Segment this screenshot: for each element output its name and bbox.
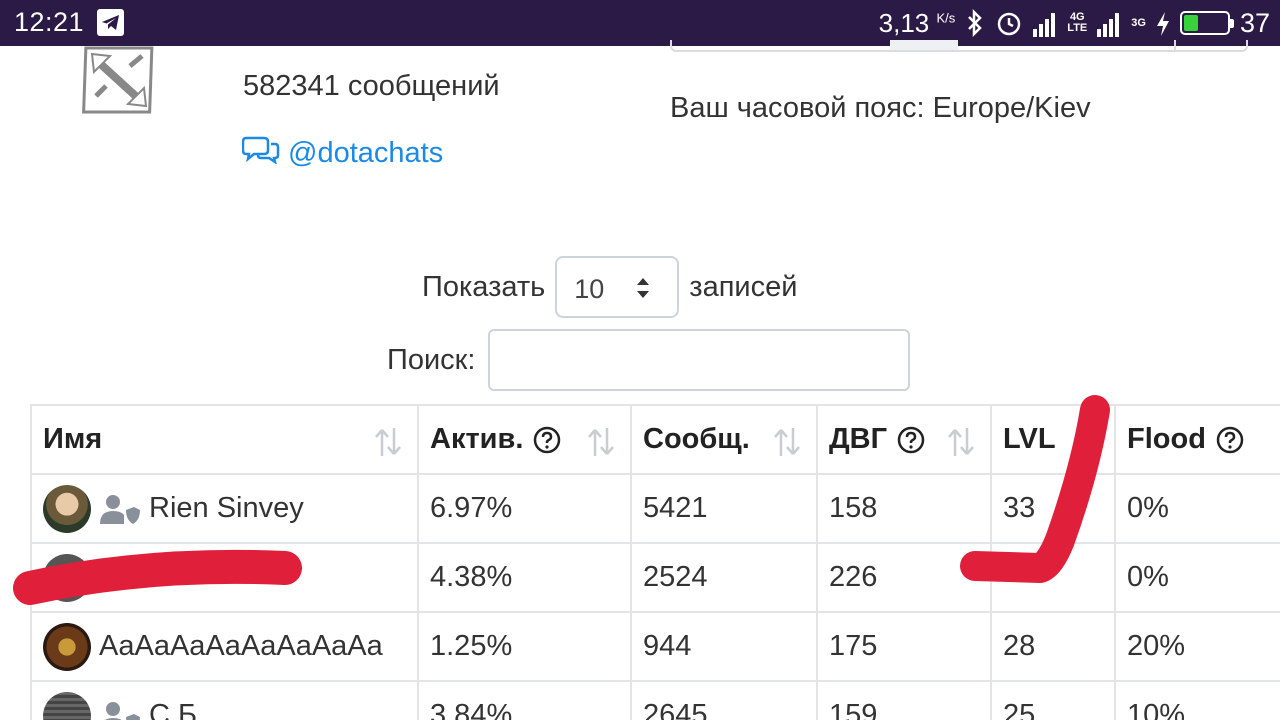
sort-icon — [375, 428, 401, 456]
cell-name: AaAaAaAaAaAaAaAa — [30, 611, 419, 682]
search-label: Поиск: — [387, 343, 476, 376]
signal-icon-2 — [1097, 9, 1121, 37]
cell-name: С.Б. — [30, 680, 419, 720]
network-type-3g: 3G — [1131, 16, 1146, 29]
page-size-select[interactable]: 10 — [555, 256, 680, 318]
cell-flood: 10% — [1114, 680, 1280, 720]
user-name[interactable]: AaAaAaAaAaAaAaAa — [99, 630, 383, 663]
admin-shield-icon — [100, 494, 140, 524]
alarm-icon — [995, 9, 1023, 37]
table-row: Rien Sinvey 6.97% 5421 158 33 0% — [30, 473, 1280, 544]
search-input[interactable] — [488, 329, 911, 391]
table-header-row: Имя Актив. Сообщ. ДВГ LVL Flood — [30, 404, 1280, 475]
telegram-icon — [97, 9, 124, 36]
cell-activity: 3.84% — [417, 680, 632, 720]
page-size-value: 10 — [574, 274, 605, 304]
table-search: Поиск: — [387, 329, 911, 391]
chat-bubbles-icon — [241, 134, 280, 172]
column-activity[interactable]: Актив. — [417, 404, 632, 475]
chat-logo-icon — [82, 44, 156, 116]
avatar[interactable] — [43, 553, 91, 602]
signal-icon — [1033, 9, 1057, 37]
cell-lvl: 25 — [990, 680, 1116, 720]
cell-messages: 2524 — [630, 542, 818, 613]
column-name[interactable]: Имя — [30, 404, 419, 475]
net-speed: 3,13 K/s — [878, 7, 956, 38]
table-row: AaAaAaAaAaAaAaAa 1.25% 944 175 28 20% — [30, 611, 1280, 682]
cell-activity: 6.97% — [417, 473, 632, 544]
cell-messages: 5421 — [630, 473, 818, 544]
cell-lvl: 33 — [990, 473, 1116, 544]
messages-count: 582341 сообщений — [243, 70, 500, 102]
cell-dvg: 226 — [816, 542, 992, 613]
help-icon[interactable] — [897, 426, 925, 454]
cell-flood: 20% — [1114, 611, 1280, 682]
select-caret-icon — [635, 276, 651, 300]
sort-icon — [948, 428, 974, 456]
avatar[interactable] — [43, 691, 91, 720]
cell-activity: 1.25% — [417, 611, 632, 682]
battery-icon — [1179, 11, 1234, 35]
cell-dvg: 158 — [816, 473, 992, 544]
bluetooth-icon — [965, 9, 985, 37]
table-row: С.Б. 3.84% 2645 159 25 10% — [30, 680, 1280, 720]
avatar[interactable] — [43, 622, 91, 671]
user-name[interactable]: Rien Sinvey — [149, 492, 304, 525]
chat-handle-link[interactable]: @dotachats — [241, 134, 444, 172]
cell-name — [30, 542, 419, 613]
top-search-field[interactable] — [670, 40, 1248, 52]
column-flood[interactable]: Flood — [1114, 404, 1280, 475]
show-label: Показать — [422, 270, 546, 303]
admin-shield-icon — [104, 701, 140, 720]
column-lvl[interactable]: LVL — [990, 404, 1116, 475]
sort-icon — [588, 428, 614, 456]
cell-dvg: 159 — [816, 680, 992, 720]
chat-handle-text: @dotachats — [288, 136, 444, 169]
sort-icon — [774, 428, 800, 456]
cell-flood: 0% — [1114, 542, 1280, 613]
cell-messages: 2645 — [630, 680, 818, 720]
help-icon[interactable] — [1216, 426, 1244, 454]
cell-flood: 0% — [1114, 473, 1280, 544]
cell-lvl: 28 — [990, 611, 1116, 682]
status-time: 12:21 — [14, 7, 85, 37]
cell-dvg: 175 — [816, 611, 992, 682]
timezone-label: Ваш часовой пояс: Europe/Kiev — [670, 92, 1091, 124]
column-dvg[interactable]: ДВГ — [816, 404, 992, 475]
avatar[interactable] — [43, 484, 91, 533]
records-label: записей — [689, 270, 798, 303]
cell-name: Rien Sinvey — [30, 473, 419, 544]
page-size-control: Показать 10 записей — [422, 256, 797, 318]
cell-lvl — [990, 542, 1116, 613]
charging-icon — [1156, 9, 1170, 37]
network-type-4g: 4G LTE — [1067, 11, 1088, 34]
table-row: 4.38% 2524 226 0% — [30, 542, 1280, 613]
status-indicators: 3,13 K/s 4G LTE 3G 37 — [879, 6, 1270, 40]
cell-activity: 4.38% — [417, 542, 632, 613]
user-name[interactable]: С.Б. — [149, 699, 205, 720]
help-icon[interactable] — [533, 426, 561, 454]
members-table: Имя Актив. Сообщ. ДВГ LVL Flood Rien Sin… — [30, 404, 1280, 720]
cell-messages: 944 — [630, 611, 818, 682]
column-messages[interactable]: Сообщ. — [630, 404, 818, 475]
battery-level: 37 — [1239, 7, 1270, 38]
